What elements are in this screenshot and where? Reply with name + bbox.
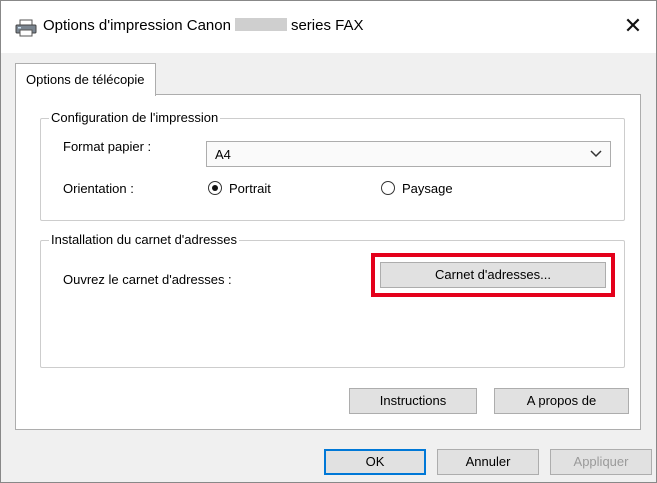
apply-button[interactable]: Appliquer bbox=[550, 449, 652, 475]
title-bar: Options d'impression Canon series FAX ✕ bbox=[1, 1, 656, 53]
about-button[interactable]: A propos de bbox=[494, 388, 629, 414]
paper-format-value: A4 bbox=[215, 147, 231, 162]
print-config-group: Configuration de l'impression Format pap… bbox=[40, 110, 625, 221]
tab-panel: Configuration de l'impression Format pap… bbox=[15, 94, 641, 430]
title-prefix: Options d'impression Canon bbox=[43, 17, 231, 34]
window-title: Options d'impression Canon series FAX bbox=[43, 17, 364, 34]
highlight-frame bbox=[371, 253, 615, 297]
cancel-button[interactable]: Annuler bbox=[437, 449, 539, 475]
address-book-legend: Installation du carnet d'adresses bbox=[49, 232, 240, 247]
close-icon[interactable]: ✕ bbox=[616, 11, 650, 43]
chevron-down-icon bbox=[590, 150, 602, 158]
portrait-radio[interactable] bbox=[208, 181, 222, 195]
landscape-label[interactable]: Paysage bbox=[402, 181, 453, 196]
paper-format-select[interactable]: A4 bbox=[206, 141, 611, 167]
ok-button[interactable]: OK bbox=[324, 449, 426, 475]
print-config-legend: Configuration de l'impression bbox=[49, 110, 221, 125]
open-address-book-label: Ouvrez le carnet d'adresses : bbox=[63, 272, 232, 287]
printer-icon bbox=[15, 19, 37, 37]
instructions-button[interactable]: Instructions bbox=[349, 388, 477, 414]
portrait-label[interactable]: Portrait bbox=[229, 181, 271, 196]
orientation-label: Orientation : bbox=[63, 181, 134, 196]
address-book-group: Installation du carnet d'adresses Ouvrez… bbox=[40, 232, 625, 368]
paper-format-label: Format papier : bbox=[63, 139, 152, 154]
landscape-radio[interactable] bbox=[381, 181, 395, 195]
print-options-dialog: Options d'impression Canon series FAX ✕ O… bbox=[0, 0, 657, 483]
tab-fax-options[interactable]: Options de télécopie bbox=[15, 63, 156, 96]
title-suffix: series FAX bbox=[290, 17, 364, 34]
redacted-model bbox=[234, 18, 287, 31]
